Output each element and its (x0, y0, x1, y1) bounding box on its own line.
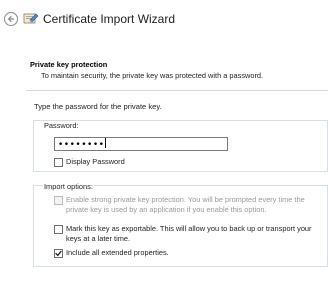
password-field[interactable]: •••••••• (54, 137, 228, 151)
import-options-legend: Import options: (43, 182, 94, 191)
page-subtitle: To maintain security, the private key wa… (41, 71, 264, 80)
back-button[interactable] (4, 12, 18, 26)
checkmark-icon (55, 250, 62, 257)
display-password-checkbox[interactable] (54, 158, 63, 167)
extended-properties-label[interactable]: Include all extended properties. (66, 248, 169, 258)
text-caret (105, 138, 107, 148)
password-group-legend: Password: (43, 121, 80, 130)
instruction-text: Type the password for the private key. (34, 102, 162, 111)
strong-protection-label-line2: private key is used by an application if… (66, 205, 267, 214)
certificate-wizard-icon (23, 11, 39, 27)
extended-properties-checkbox[interactable] (54, 249, 63, 258)
strong-protection-label-line1: Enable strong private key protection. Yo… (66, 195, 305, 204)
exportable-label-line1[interactable]: Mark this key as exportable. This will a… (66, 224, 312, 234)
header-divider (26, 90, 328, 91)
exportable-checkbox[interactable] (54, 225, 63, 234)
window-title: Certificate Import Wizard (43, 12, 176, 26)
exportable-label-line2[interactable]: keys at a later time. (66, 234, 130, 244)
strong-protection-checkbox[interactable] (54, 196, 63, 205)
back-arrow-icon (8, 16, 15, 22)
display-password-label[interactable]: Display Password (66, 157, 125, 167)
password-field-value: •••••••• (58, 140, 105, 150)
page-title: Private key protection (30, 60, 108, 69)
